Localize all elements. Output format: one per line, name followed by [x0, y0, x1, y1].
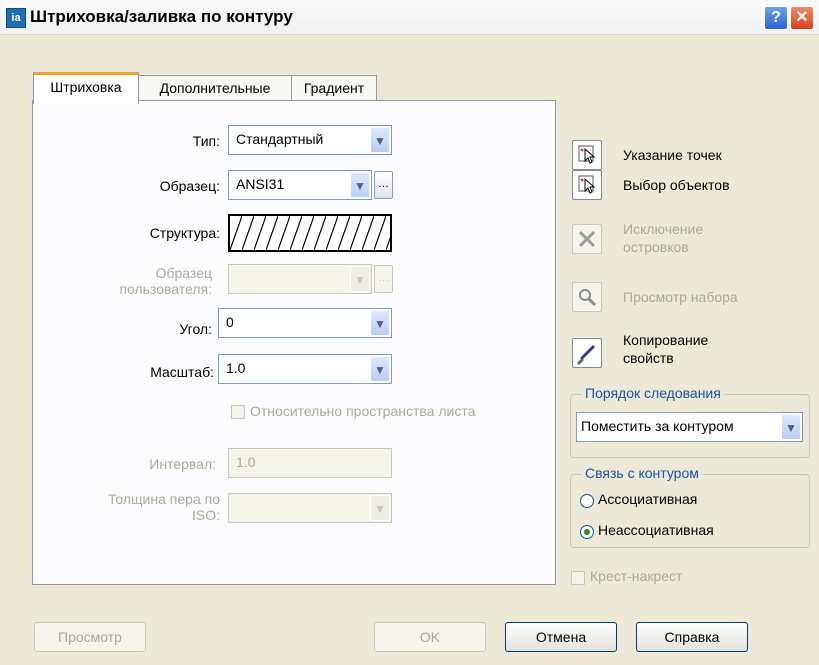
associative-label[interactable]: Ассоциативная	[598, 491, 697, 507]
pattern-browse-button[interactable]: …	[374, 171, 393, 199]
nonassociative-label[interactable]: Неассоциативная	[598, 522, 714, 538]
help-button[interactable]: Справка	[636, 622, 748, 652]
preview-button[interactable]: Просмотр	[34, 622, 146, 652]
app-icon: ia	[6, 8, 26, 28]
draw-order-value: Поместить за контуром	[581, 418, 734, 434]
inherit-properties-label[interactable]: Копирование свойств	[623, 331, 708, 367]
view-selection-button[interactable]	[572, 282, 602, 312]
angle-value: 0	[226, 314, 234, 330]
brush-icon	[577, 344, 596, 365]
chevron-down-icon[interactable]: ▼	[781, 414, 801, 440]
cancel-button[interactable]: Отмена	[505, 622, 617, 652]
ok-button[interactable]: OK	[374, 622, 486, 652]
spacing-value: 1.0	[236, 454, 256, 470]
pick-points-button[interactable]	[572, 140, 602, 170]
relative-paper-checkbox[interactable]	[231, 405, 245, 419]
scale-label: Масштаб:	[150, 364, 214, 380]
pick-points-label[interactable]: Указание точек	[623, 147, 722, 163]
view-selection-label[interactable]: Просмотр набора	[623, 289, 738, 305]
chevron-down-icon[interactable]: ▼	[370, 310, 390, 336]
remove-islands-button[interactable]	[572, 224, 602, 254]
spacing-label: Интервал:	[149, 456, 216, 472]
radio-selected-dot	[584, 529, 590, 535]
tab-gradient[interactable]: Градиент	[291, 75, 377, 100]
structure-label: Структура:	[149, 225, 220, 241]
draw-order-select[interactable]: Поместить за контуром ▼	[576, 412, 803, 442]
tab-hatch[interactable]: Штриховка	[33, 72, 139, 104]
chevron-down-icon[interactable]: ▼	[370, 495, 390, 521]
type-select[interactable]: Стандартный ▼	[228, 125, 392, 155]
help-title-button[interactable]: ?	[764, 6, 788, 30]
inherit-properties-button[interactable]	[572, 338, 602, 368]
iso-pen-select[interactable]: ▼	[228, 493, 392, 523]
dialog-title: Штриховка/заливка по контуру	[30, 7, 293, 26]
type-value: Стандартный	[236, 131, 324, 147]
custom-pattern-browse-button[interactable]: …	[374, 265, 393, 293]
scale-value: 1.0	[226, 360, 246, 376]
associative-radio[interactable]	[580, 494, 594, 508]
scale-select[interactable]: 1.0 ▼	[218, 354, 392, 384]
pattern-swatch[interactable]	[228, 214, 392, 252]
relative-paper-label: Относительно пространства листа	[250, 403, 476, 419]
hatch-pattern-preview	[230, 216, 390, 250]
pattern-label: Образец:	[159, 178, 220, 194]
pattern-select[interactable]: ANSI31 ▼	[228, 170, 372, 200]
association-label: Связь с контуром	[582, 465, 702, 481]
chevron-down-icon[interactable]: ▼	[370, 127, 390, 153]
select-objects-icon	[578, 175, 596, 194]
draw-order-label: Порядок следования	[582, 385, 724, 401]
double-hatch-checkbox[interactable]	[571, 571, 585, 585]
pattern-value: ANSI31	[236, 176, 285, 192]
double-hatch-label: Крест-накрест	[590, 568, 683, 584]
select-objects-button[interactable]	[572, 170, 602, 200]
select-objects-label[interactable]: Выбор объектов	[623, 177, 730, 193]
close-button[interactable]: ✕	[790, 6, 814, 30]
magnifier-icon	[579, 289, 597, 307]
tab-advanced[interactable]: Дополнительные	[138, 75, 292, 100]
iso-pen-label: Толщина пера по ISO:	[107, 491, 220, 523]
remove-islands-label[interactable]: Исключение островков	[623, 220, 703, 256]
angle-select[interactable]: 0 ▼	[218, 308, 392, 338]
title-bar: ia Штриховка/заливка по контуру ? ✕	[0, 0, 819, 35]
custom-pattern-label: Образец пользователя:	[119, 265, 212, 297]
spacing-input[interactable]: 1.0	[228, 448, 392, 478]
nonassociative-radio[interactable]	[580, 525, 594, 539]
custom-pattern-select[interactable]: ▼	[228, 264, 372, 294]
angle-label: Угол:	[179, 321, 212, 337]
chevron-down-icon[interactable]: ▼	[350, 172, 370, 198]
remove-x-icon	[578, 230, 596, 248]
pick-points-icon	[578, 145, 596, 164]
chevron-down-icon[interactable]: ▼	[350, 266, 370, 292]
chevron-down-icon[interactable]: ▼	[370, 356, 390, 382]
type-label: Тип:	[192, 133, 220, 149]
